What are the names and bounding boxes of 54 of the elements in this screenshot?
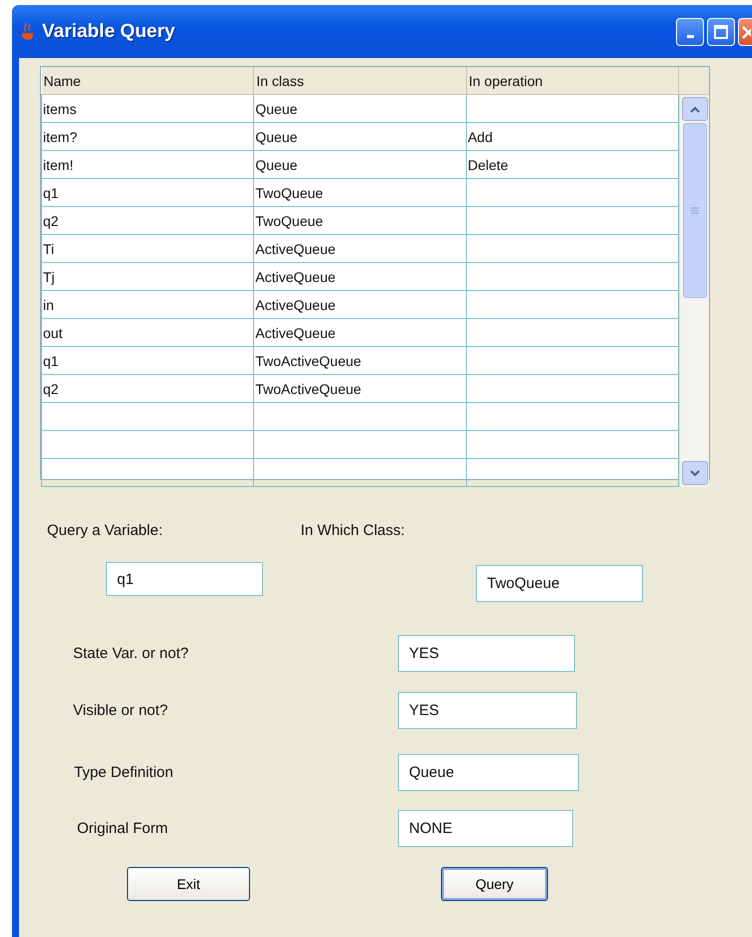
table-cell: Queue	[254, 150, 466, 178]
class-input-field[interactable]: TwoQueue	[476, 565, 643, 602]
result-label: Visible or not?	[73, 702, 169, 719]
query-variable-label: Query a Variable:	[47, 522, 163, 539]
table-cell: q2	[42, 374, 254, 402]
table-cell: items	[42, 94, 254, 122]
table-cell: Add	[466, 122, 679, 150]
column-header[interactable]: In class	[254, 67, 466, 94]
result-field: NONE	[398, 810, 573, 847]
table-cell: ActiveQueue	[254, 290, 466, 318]
result-label: Original Form	[77, 820, 169, 837]
table-cell: Tj	[42, 262, 254, 290]
table-cell: Delete	[466, 150, 679, 178]
scrollbar[interactable]	[679, 95, 709, 487]
table-cell: ActiveQueue	[254, 234, 466, 262]
column-header[interactable]: Name	[42, 67, 254, 94]
scroll-down-button[interactable]	[682, 461, 708, 485]
table-cell: q1	[42, 346, 254, 374]
scroll-thumb[interactable]	[682, 123, 707, 298]
exit-button[interactable]: Exit	[127, 867, 250, 901]
minimize-icon	[686, 35, 694, 38]
table-cell: item?	[42, 122, 254, 150]
table-cell: Queue	[254, 94, 466, 122]
close-icon	[741, 24, 751, 38]
result-field: YES	[398, 692, 577, 729]
header-corner	[679, 67, 709, 95]
maximize-icon	[714, 24, 728, 38]
result-label: Type Definition	[74, 764, 174, 781]
table-cell: TwoActiveQueue	[254, 374, 466, 402]
variable-input-field[interactable]: q1	[106, 562, 263, 596]
result-field: YES	[398, 635, 575, 672]
java-cup-icon	[20, 22, 36, 42]
column-header[interactable]: In operation	[466, 67, 679, 94]
result-field: Queue	[398, 754, 579, 791]
close-button[interactable]	[738, 18, 752, 46]
table-cell: Queue	[254, 122, 466, 150]
table-cell: ActiveQueue	[254, 318, 466, 346]
table-cell: q2	[42, 206, 254, 234]
class-label: In Which Class:	[300, 522, 405, 539]
table-cell: TwoQueue	[254, 178, 466, 206]
minimize-button[interactable]	[676, 18, 704, 46]
table-cell: ActiveQueue	[254, 262, 466, 290]
table-cell: out	[42, 318, 254, 346]
table-cell: q1	[42, 178, 254, 206]
table-cell: in	[42, 290, 254, 318]
table-cell: item!	[42, 150, 254, 178]
scroll-up-button[interactable]	[682, 97, 708, 121]
maximize-button[interactable]	[707, 18, 735, 46]
table-cell: TwoQueue	[254, 206, 466, 234]
result-label: State Var. or not?	[73, 645, 190, 662]
table-cell: TwoActiveQueue	[254, 346, 466, 374]
query-button[interactable]: Query	[441, 867, 548, 901]
window-title: Variable Query	[42, 20, 176, 42]
table-cell: Ti	[42, 234, 254, 262]
